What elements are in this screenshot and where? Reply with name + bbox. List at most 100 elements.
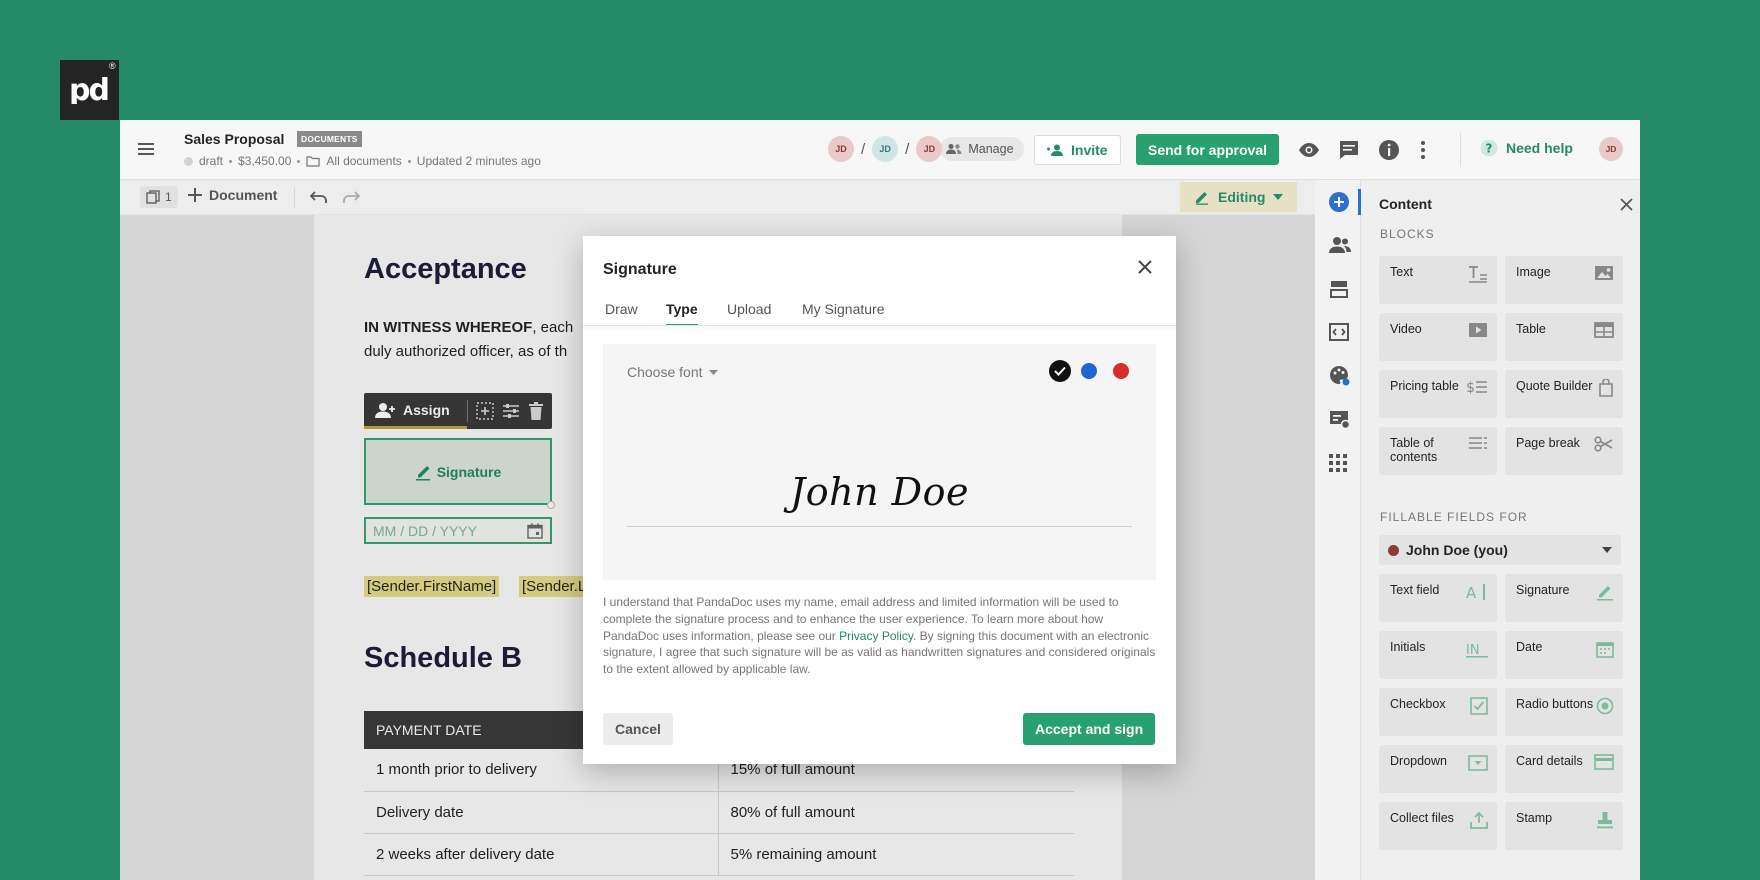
page-count: 1 <box>165 190 172 204</box>
field-label: Checkbox <box>1390 697 1446 711</box>
manage-button[interactable]: Manage <box>940 137 1024 161</box>
cancel-button[interactable]: Cancel <box>603 713 673 745</box>
active-indicator <box>1358 189 1361 215</box>
info-icon[interactable] <box>1378 139 1400 161</box>
field-label: Signature <box>1516 583 1570 597</box>
need-help-button[interactable]: ? Need help <box>1480 139 1573 157</box>
manage-label: Manage <box>968 142 1014 156</box>
document-meta: draft $3,450.00 All documents Updated 2 … <box>184 154 541 168</box>
assignees-group[interactable]: JD / JD / JD Manage <box>828 136 1024 162</box>
privacy-policy-link[interactable]: Privacy Policy <box>839 629 913 643</box>
assignee-avatar[interactable]: JD <box>916 136 943 162</box>
field-dropdown[interactable]: Dropdown <box>1379 745 1497 793</box>
apps-grid-icon[interactable] <box>1329 454 1347 472</box>
upload-icon <box>1470 811 1488 829</box>
scissors-icon <box>1594 436 1614 452</box>
assignee-separator: / <box>861 140 866 158</box>
signature-area[interactable]: Choose font John Doe <box>603 344 1156 580</box>
tab-my-signature[interactable]: My Signature <box>802 301 884 324</box>
editing-mode-dropdown[interactable]: Editing <box>1180 182 1298 212</box>
block-pricing-table[interactable]: Pricing table $ <box>1379 370 1497 418</box>
recipient-color-dot <box>1388 544 1399 556</box>
svg-text:?: ? <box>1486 142 1493 156</box>
preview-eye-icon[interactable] <box>1298 139 1320 161</box>
signature-pen-icon <box>1596 583 1614 601</box>
field-label: Dropdown <box>1390 754 1447 768</box>
block-text[interactable]: Text <box>1379 256 1497 304</box>
add-document-label: Document <box>209 187 278 203</box>
user-avatar[interactable]: JD <box>1599 137 1623 161</box>
recipient-dropdown[interactable]: John Doe (you) <box>1379 535 1621 565</box>
block-label: Table <box>1516 322 1546 336</box>
block-table[interactable]: Table <box>1505 313 1623 361</box>
field-label: Initials <box>1390 640 1426 654</box>
invite-label: Invite <box>1071 142 1108 158</box>
document-folder[interactable]: All documents <box>326 154 401 168</box>
block-table-of-contents[interactable]: Table of contents <box>1379 427 1497 475</box>
field-initials[interactable]: Initials IN <box>1379 631 1497 679</box>
field-label: Stamp <box>1516 811 1553 825</box>
tab-type[interactable]: Type <box>666 301 698 326</box>
recipients-icon[interactable] <box>1329 236 1351 254</box>
close-icon[interactable] <box>1137 259 1153 275</box>
document-type-badge: DOCUMENTS <box>297 131 362 147</box>
invite-button[interactable]: Invite <box>1034 135 1121 165</box>
choose-font-dropdown[interactable]: Choose font <box>627 364 718 380</box>
text-field-icon: A <box>1466 583 1488 601</box>
embed-icon[interactable] <box>1329 323 1349 341</box>
document-updated: Updated 2 minutes ago <box>416 154 541 168</box>
field-date[interactable]: Date <box>1505 631 1623 679</box>
tabs-divider <box>583 325 1176 326</box>
add-document-button[interactable]: Document <box>188 187 277 203</box>
divider <box>1460 133 1461 167</box>
block-image[interactable]: Image <box>1505 256 1623 304</box>
tab-draw[interactable]: Draw <box>605 301 638 324</box>
hamburger-icon[interactable] <box>138 142 154 156</box>
block-video[interactable]: Video <box>1379 313 1497 361</box>
more-options-icon[interactable] <box>1418 139 1428 161</box>
variables-icon[interactable] <box>1329 279 1349 299</box>
field-radio-buttons[interactable]: Radio buttons <box>1505 688 1623 736</box>
chevron-down-icon <box>1273 194 1284 200</box>
payments-icon[interactable] <box>1329 410 1351 430</box>
block-quote-builder[interactable]: Quote Builder <box>1505 370 1623 418</box>
color-swatch-blue[interactable] <box>1081 363 1097 379</box>
field-card-details[interactable]: Card details <box>1505 745 1623 793</box>
field-text[interactable]: Text field A <box>1379 574 1497 622</box>
design-palette-icon[interactable] <box>1329 365 1351 387</box>
pencil-icon <box>1194 189 1210 205</box>
pages-button[interactable]: 1 <box>140 186 178 208</box>
people-icon <box>946 143 962 155</box>
editing-mode-label: Editing <box>1218 189 1266 205</box>
choose-font-label: Choose font <box>627 364 703 380</box>
add-content-icon[interactable] <box>1329 192 1349 212</box>
editor-toolbar: 1 Document Editing <box>120 180 1315 215</box>
tab-upload[interactable]: Upload <box>727 301 771 324</box>
chevron-down-icon <box>708 369 718 375</box>
field-stamp[interactable]: Stamp <box>1505 802 1623 850</box>
field-signature[interactable]: Signature <box>1505 574 1623 622</box>
block-page-break[interactable]: Page break <box>1505 427 1623 475</box>
close-icon[interactable] <box>1620 198 1633 211</box>
checkmark-icon <box>1054 366 1066 376</box>
color-swatch-red[interactable] <box>1113 363 1129 379</box>
send-for-approval-button[interactable]: Send for approval <box>1136 134 1280 165</box>
text-icon <box>1468 265 1488 283</box>
dropdown-icon <box>1468 754 1488 772</box>
document-title[interactable]: Sales Proposal <box>184 131 284 147</box>
pandadoc-logo: pd ® <box>60 60 119 120</box>
undo-icon[interactable] <box>310 190 328 204</box>
assignee-avatar[interactable]: JD <box>828 136 854 162</box>
comments-icon[interactable] <box>1338 139 1360 161</box>
field-collect-files[interactable]: Collect files <box>1379 802 1497 850</box>
field-checkbox[interactable]: Checkbox <box>1379 688 1497 736</box>
redo-icon[interactable] <box>342 190 360 204</box>
color-swatch-black[interactable] <box>1049 360 1071 382</box>
svg-text:A: A <box>1466 584 1477 601</box>
signature-disclaimer: I understand that PandaDoc uses my name,… <box>603 594 1158 678</box>
checkbox-icon <box>1470 697 1488 715</box>
assignee-avatar[interactable]: JD <box>872 136 899 162</box>
stamp-icon <box>1596 811 1614 829</box>
toc-icon <box>1468 436 1488 450</box>
accept-and-sign-button[interactable]: Accept and sign <box>1023 713 1156 745</box>
